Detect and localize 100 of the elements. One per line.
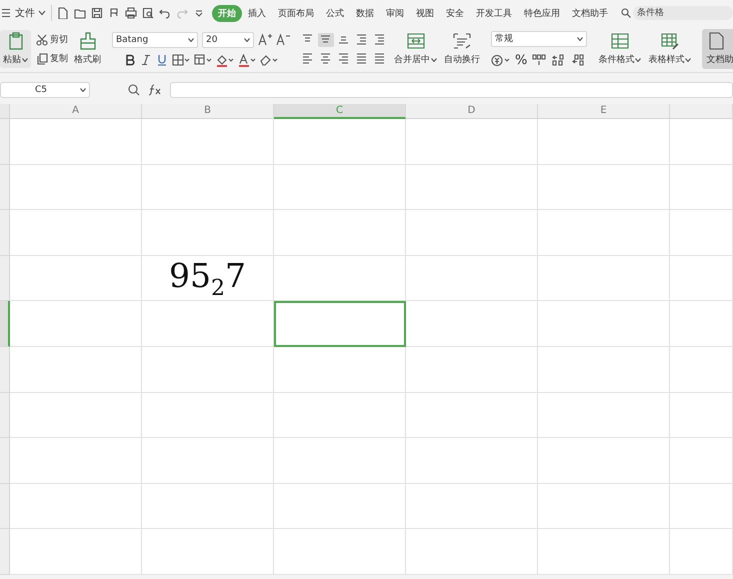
table-cell[interactable] bbox=[142, 392, 274, 438]
search-field[interactable]: 条件格 bbox=[633, 6, 733, 20]
table-cell[interactable] bbox=[10, 392, 142, 438]
paste-button[interactable]: 粘贴 bbox=[0, 30, 31, 68]
file-menu[interactable]: 文件 bbox=[15, 6, 46, 20]
table-cell[interactable] bbox=[142, 438, 274, 484]
row-header[interactable] bbox=[0, 346, 10, 393]
table-cell[interactable] bbox=[274, 484, 406, 530]
percent-button[interactable]: % bbox=[515, 52, 528, 68]
table-cell[interactable] bbox=[10, 484, 142, 530]
table-cell[interactable] bbox=[406, 164, 538, 210]
table-cell[interactable] bbox=[670, 119, 733, 165]
table-cell[interactable] bbox=[538, 529, 670, 575]
table-cell[interactable] bbox=[142, 529, 274, 575]
table-cell[interactable] bbox=[670, 346, 733, 393]
name-box[interactable]: C5 bbox=[0, 82, 90, 98]
thousands-separator-icon[interactable] bbox=[531, 53, 548, 67]
merge-center-button[interactable]: 合并居中 bbox=[393, 30, 438, 68]
ribbon-tab[interactable]: 文档助手 bbox=[566, 4, 614, 22]
format-painter-button[interactable]: 格式刷 bbox=[73, 30, 102, 68]
ribbon-tab[interactable]: 视图 bbox=[410, 4, 440, 22]
column-header[interactable] bbox=[670, 104, 733, 119]
table-cell[interactable] bbox=[670, 210, 733, 256]
menu-icon[interactable] bbox=[2, 8, 10, 18]
table-cell[interactable] bbox=[538, 119, 670, 165]
table-cell[interactable] bbox=[274, 164, 406, 210]
table-cell[interactable] bbox=[670, 438, 733, 484]
row-header[interactable] bbox=[0, 164, 10, 210]
table-cell[interactable] bbox=[274, 346, 406, 393]
table-cell[interactable]: 95$_{2}$7 bbox=[142, 256, 274, 302]
row-header[interactable] bbox=[0, 119, 10, 165]
row-header[interactable] bbox=[0, 529, 10, 575]
table-cell[interactable] bbox=[10, 210, 142, 256]
row-header[interactable] bbox=[0, 256, 10, 302]
table-cell[interactable] bbox=[142, 164, 274, 210]
font-name-field[interactable]: Batang bbox=[112, 32, 198, 48]
select-all-corner[interactable] bbox=[0, 104, 10, 119]
table-cell[interactable] bbox=[274, 438, 406, 484]
table-cell[interactable] bbox=[406, 119, 538, 165]
table-cell[interactable] bbox=[406, 301, 538, 347]
table-cell[interactable] bbox=[406, 529, 538, 575]
table-cell[interactable] bbox=[142, 301, 274, 347]
document-helper-button[interactable]: 文档助 bbox=[702, 29, 733, 69]
ribbon-tab[interactable]: 安全 bbox=[440, 4, 470, 22]
table-cell[interactable] bbox=[406, 256, 538, 302]
table-cell[interactable] bbox=[538, 392, 670, 438]
row-header[interactable] bbox=[0, 392, 10, 438]
table-cell[interactable] bbox=[538, 301, 670, 347]
eraser-icon[interactable] bbox=[260, 54, 278, 66]
decrease-font-icon[interactable] bbox=[276, 33, 290, 46]
print-icon[interactable] bbox=[125, 7, 137, 19]
column-header[interactable]: B bbox=[142, 104, 274, 119]
table-cell[interactable] bbox=[670, 164, 733, 210]
table-cell[interactable] bbox=[538, 438, 670, 484]
column-header[interactable]: D bbox=[406, 104, 538, 119]
table-cell[interactable] bbox=[142, 210, 274, 256]
table-cell[interactable] bbox=[670, 392, 733, 438]
borders-icon[interactable] bbox=[172, 54, 190, 66]
table-cell[interactable] bbox=[274, 256, 406, 302]
redo-icon[interactable] bbox=[176, 7, 188, 19]
table-cell[interactable] bbox=[274, 529, 406, 575]
ribbon-tab[interactable]: 页面布局 bbox=[272, 4, 320, 22]
table-cell[interactable] bbox=[10, 346, 142, 393]
row-header[interactable] bbox=[0, 210, 10, 256]
table-cell[interactable] bbox=[670, 484, 733, 530]
table-cell[interactable] bbox=[406, 210, 538, 256]
table-cell[interactable] bbox=[274, 210, 406, 256]
table-cell[interactable] bbox=[670, 529, 733, 575]
column-header[interactable]: E bbox=[538, 104, 670, 119]
underline-icon[interactable] bbox=[156, 54, 168, 66]
ribbon-tab[interactable]: 公式 bbox=[320, 4, 350, 22]
function-icon[interactable] bbox=[148, 84, 162, 96]
table-cell[interactable] bbox=[142, 346, 274, 393]
table-cell[interactable] bbox=[274, 392, 406, 438]
row-header[interactable] bbox=[0, 438, 10, 484]
table-cell[interactable] bbox=[406, 346, 538, 393]
number-format-field[interactable]: 常规 bbox=[491, 30, 588, 46]
zoom-icon[interactable] bbox=[128, 84, 140, 96]
folder-icon[interactable] bbox=[74, 7, 86, 19]
table-cell[interactable] bbox=[10, 164, 142, 210]
table-cell[interactable] bbox=[406, 438, 538, 484]
ribbon-tab[interactable]: 数据 bbox=[350, 4, 380, 22]
table-cell[interactable] bbox=[10, 301, 142, 347]
table-cell[interactable] bbox=[10, 529, 142, 575]
row-header[interactable] bbox=[0, 301, 10, 347]
table-cell[interactable] bbox=[406, 484, 538, 530]
bold-icon[interactable] bbox=[124, 54, 136, 66]
table-cell[interactable] bbox=[10, 256, 142, 302]
cut-button[interactable]: 剪切 bbox=[36, 33, 68, 46]
fill-color-icon[interactable] bbox=[194, 54, 212, 66]
column-header[interactable]: A bbox=[10, 104, 142, 119]
ribbon-tab[interactable]: 特色应用 bbox=[518, 4, 566, 22]
font-color-icon[interactable] bbox=[238, 54, 256, 66]
copy-button[interactable]: 复制 bbox=[36, 52, 68, 65]
table-cell[interactable] bbox=[538, 346, 670, 393]
table-cell[interactable] bbox=[538, 164, 670, 210]
table-cell[interactable] bbox=[538, 210, 670, 256]
table-cell[interactable] bbox=[406, 392, 538, 438]
undo-icon[interactable] bbox=[159, 7, 171, 19]
table-cell[interactable] bbox=[10, 119, 142, 165]
